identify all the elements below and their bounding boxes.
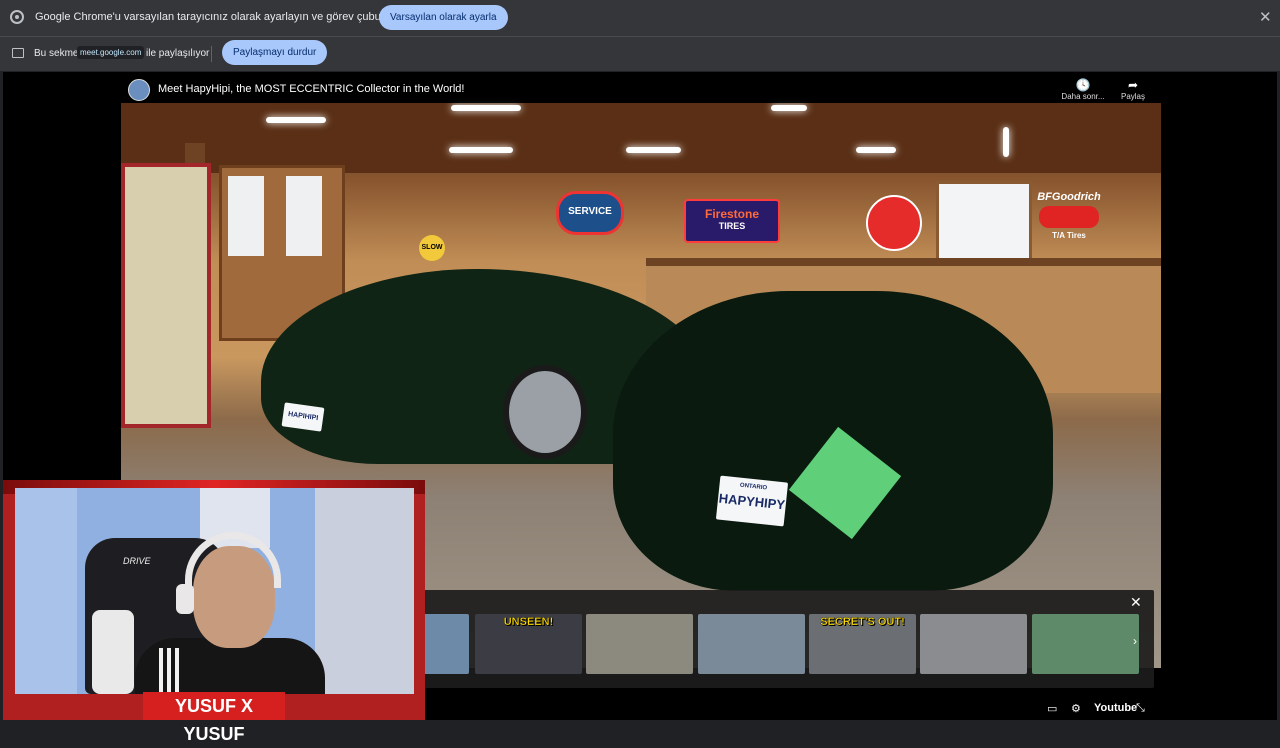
hot-rod-neon (1039, 206, 1099, 228)
shirt-stripe (167, 648, 171, 694)
suggested-video-thumb[interactable] (920, 614, 1027, 674)
tab-sharing-bar: Bu sekme meet.google.com ile paylaşılıyo… (0, 37, 1280, 71)
display-shelf (646, 258, 1161, 266)
ceiling-light (1003, 127, 1009, 157)
vintage-gas-pump (121, 163, 211, 428)
end-screen-suggestions: ✕ UNSEEN! SECRET'S OUT! › (418, 590, 1154, 688)
shirt-stripe (175, 648, 179, 694)
sharing-suffix: ile paylaşılıyor (146, 48, 210, 59)
suggested-video-thumb[interactable] (423, 614, 469, 674)
tires-label: TIRES (718, 221, 746, 231)
settings-icon[interactable]: ⚙ (1071, 702, 1081, 715)
headset-earcup (176, 584, 194, 614)
watch-later-label: Daha sonr... (1061, 92, 1105, 101)
license-plate: ONTARIO HAPYHIPY (715, 475, 789, 527)
shirt-stripe (159, 648, 163, 694)
webcam-feed: DRIVE (15, 488, 414, 694)
ceiling-light (856, 147, 896, 153)
suggested-video-thumb[interactable]: UNSEEN! (475, 614, 582, 674)
set-default-button[interactable]: Varsayılan olarak ayarla (379, 5, 508, 30)
default-browser-infobar: Google Chrome'u varsayılan tarayıcınız o… (0, 0, 1280, 37)
exit-fullscreen-icon[interactable]: ⤡ (1136, 702, 1145, 715)
thumb-caption: UNSEEN! (503, 616, 554, 628)
firestone-sign: Firestone TIRES (684, 199, 780, 243)
ceiling-light (266, 117, 326, 123)
bfgoodrich-sign: BFGoodrich T/A Tires (1029, 191, 1109, 251)
suggested-video-thumb[interactable] (586, 614, 693, 674)
youtube-logo[interactable]: Youtube (1094, 702, 1137, 714)
close-icon[interactable]: ✕ (1130, 594, 1142, 611)
share-button[interactable]: ➦ Paylaş (1103, 78, 1161, 101)
video-title-bar: Meet HapyHipi, the MOST ECCENTRIC Collec… (121, 75, 1161, 103)
share-icon: ➦ (1127, 78, 1139, 92)
ceiling-light (626, 147, 681, 153)
close-icon[interactable]: ✕ (1259, 8, 1272, 26)
ceiling-light (449, 147, 513, 153)
divider (211, 46, 212, 62)
cabinet (315, 488, 414, 694)
sharing-url: meet.google.com (77, 46, 145, 59)
wheel (503, 365, 587, 459)
plate-province: ONTARIO (739, 482, 768, 492)
chrome-icon (10, 10, 24, 24)
suggested-video-thumb[interactable]: SECRET'S OUT! (809, 614, 916, 674)
door-window (228, 176, 264, 256)
webcam-overlay: DRIVE YUSUF X YUSUF (3, 480, 425, 744)
suggested-video-thumb[interactable] (698, 614, 805, 674)
door-window (286, 176, 322, 256)
thumb-caption: SECRET'S OUT! (820, 616, 905, 628)
chevron-right-icon[interactable]: › (1133, 634, 1137, 648)
wardrobe (15, 488, 77, 694)
screen-share-icon (12, 48, 24, 58)
sharing-prefix: Bu sekme (34, 48, 79, 59)
video-title[interactable]: Meet HapyHipi, the MOST ECCENTRIC Collec… (158, 83, 464, 95)
microphone (92, 610, 134, 694)
suggested-video-thumb[interactable] (1032, 614, 1139, 674)
firestone-label: Firestone (704, 207, 759, 221)
share-label: Paylaş (1120, 92, 1145, 101)
service-sign: SERVICE (556, 191, 624, 235)
bfgoodrich-label: BFGoodrich (1037, 191, 1101, 203)
tatires-label: T/A Tires (1052, 231, 1086, 240)
stop-sharing-button[interactable]: Paylaşmayı durdur (222, 40, 328, 65)
channel-avatar[interactable] (128, 79, 150, 101)
streamer-name-banner: YUSUF X YUSUF (143, 692, 285, 744)
subtitles-icon[interactable]: ▭ (1047, 702, 1057, 715)
ceiling-light (771, 105, 807, 111)
round-neon-sign (866, 195, 922, 251)
ceiling-light (451, 105, 521, 111)
chair-brand: DRIVE (123, 556, 151, 566)
slow-sign: SLOW (419, 235, 445, 261)
